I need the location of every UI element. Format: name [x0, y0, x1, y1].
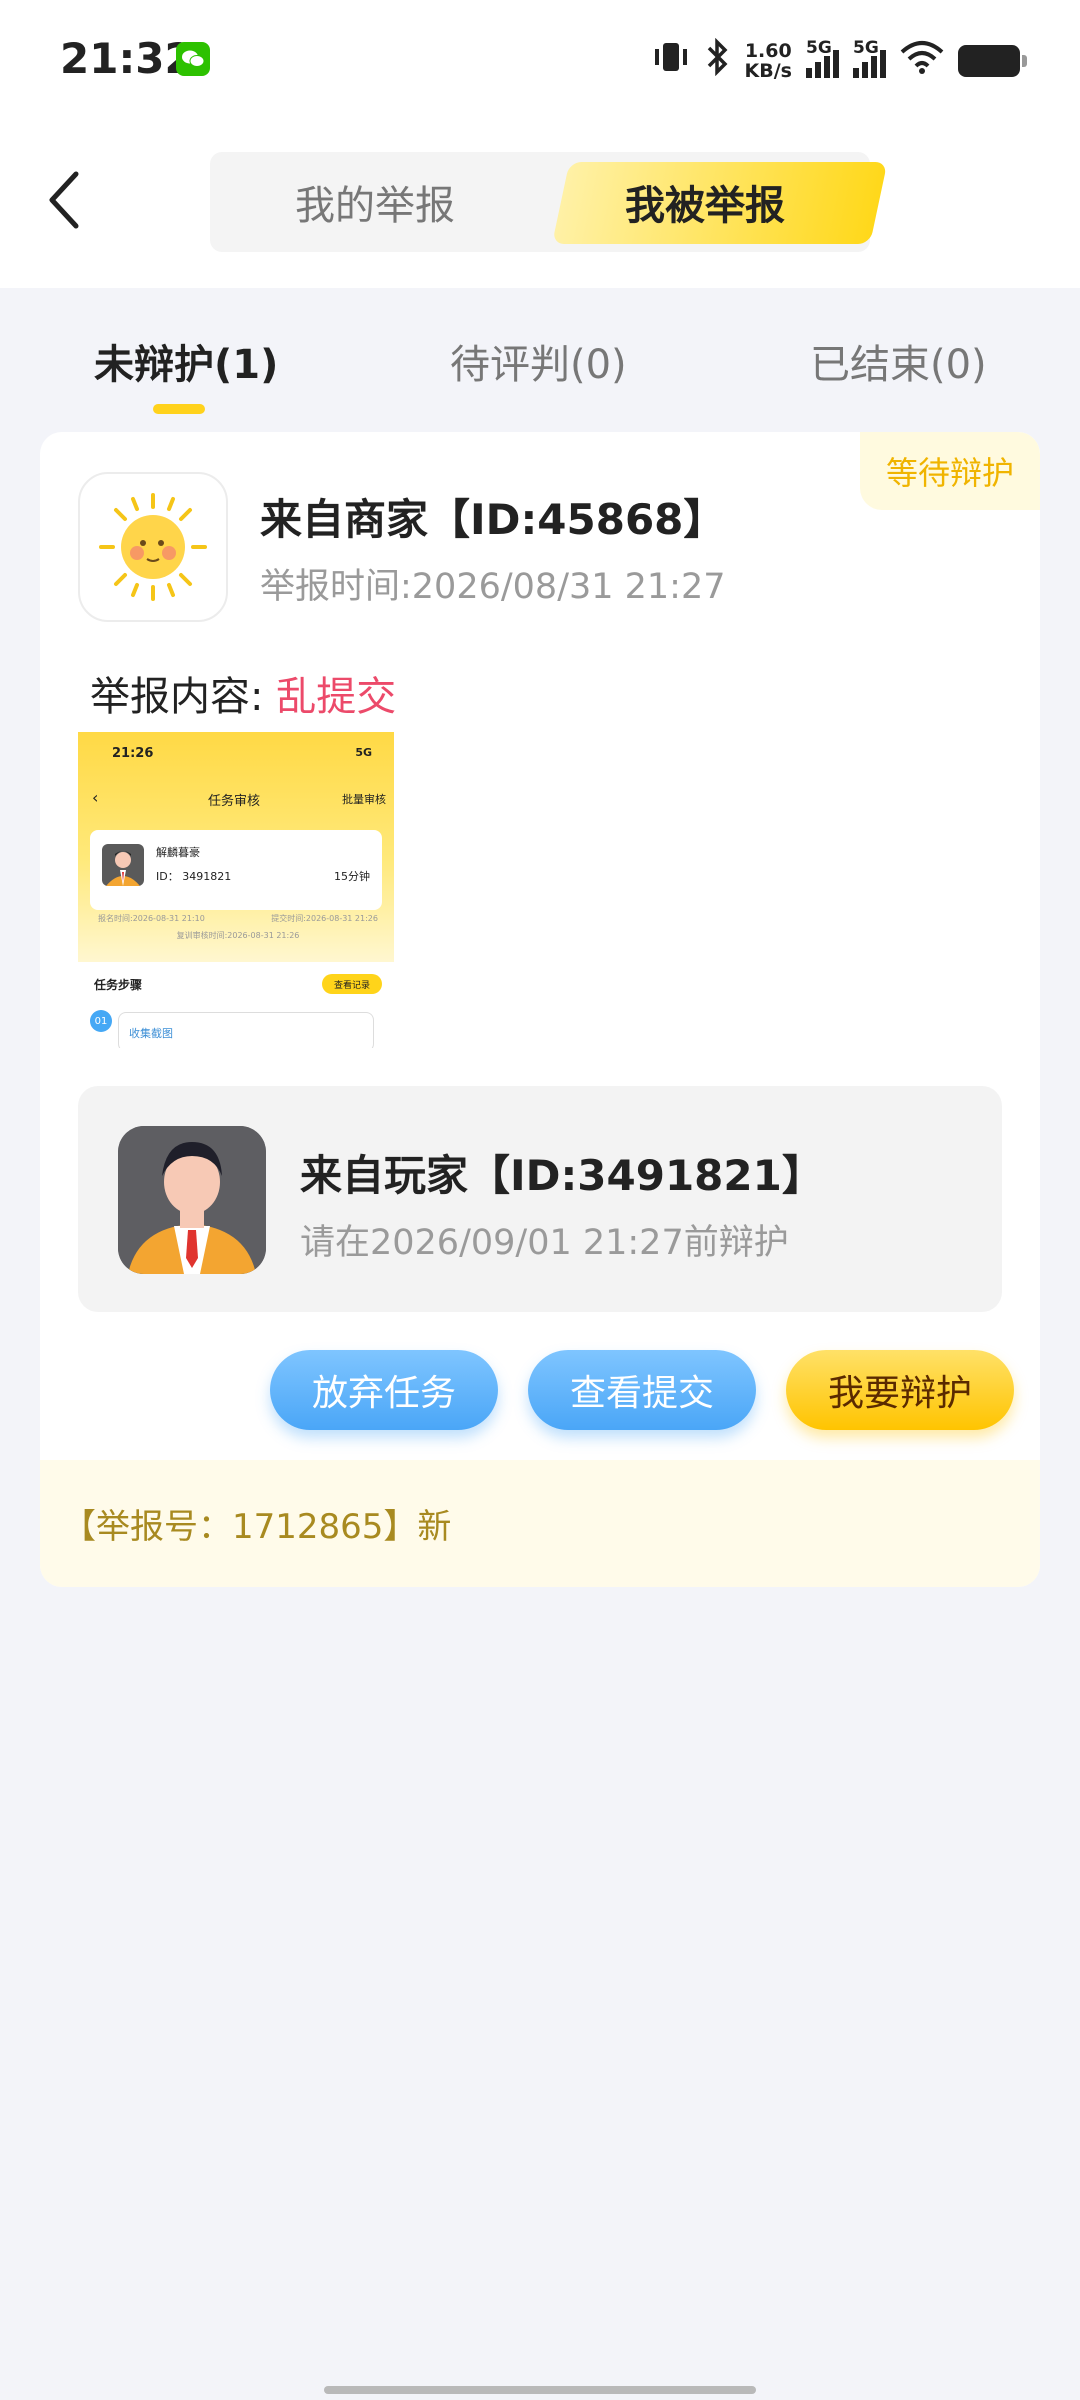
speed-unit: KB/s — [744, 60, 792, 82]
report-card: 等待辩护 来自商家【ID:45868】 举报时间:2026/08/31 21:2… — [40, 432, 1040, 1587]
home-indicator[interactable] — [324, 2386, 756, 2394]
report-type-switch: 我的举报 我被举报 — [210, 152, 888, 252]
report-content: 举报内容: 乱提交 — [90, 664, 396, 722]
player-title: 来自玩家【ID:3491821】 — [300, 1151, 824, 1200]
tab-finished[interactable]: 已结束(0) — [810, 332, 987, 390]
ev-step-button: 查看记录 — [322, 974, 382, 994]
tab-my-reports[interactable]: 我的举报 — [210, 152, 540, 252]
ev-step-number: 01 — [90, 1010, 112, 1032]
ev-date1: 报名时间:2026-08-31 21:10 — [98, 914, 205, 923]
defense-deadline: 请在2026/09/01 21:27前辩护 — [300, 1223, 789, 1263]
network-speed: 1.60 KB/s — [745, 41, 792, 81]
merchant-title: 来自商家【ID:45868】 — [260, 495, 726, 544]
wechat-icon — [176, 42, 210, 76]
header: 我的举报 我被举报 — [0, 120, 1080, 288]
sim1-label: 5G — [806, 38, 832, 58]
back-arrow-icon — [49, 171, 79, 229]
sun-icon — [99, 493, 207, 601]
ev-status-right: 5G — [355, 746, 372, 759]
tab-my-reports-label: 我的举报 — [295, 183, 455, 229]
view-submission-button[interactable]: 查看提交 — [528, 1350, 756, 1430]
back-button[interactable] — [24, 160, 104, 240]
ev-id: ID： 3491821 — [156, 870, 232, 883]
ev-avatar — [102, 844, 144, 886]
evidence-screenshot[interactable]: 21:26 5G ‹ 任务审核 批量审核 解麟暮豪 ID： 3491821 15… — [78, 732, 394, 1048]
ev-date3: 复训审核时间:2026-08-31 21:26 — [176, 931, 300, 940]
report-reason: 乱提交 — [276, 674, 397, 720]
status-tabs: 未辩护(1) 待评判(0) 已结束(0) — [0, 288, 1080, 428]
player-info: 来自玩家【ID:3491821】 请在2026/09/01 21:27前辩护 — [78, 1086, 1002, 1312]
ev-status-time: 21:26 — [112, 746, 154, 761]
battery-icon — [958, 45, 1027, 77]
sim2-label: 5G — [853, 38, 879, 58]
ev-nav-title: 任务审核 — [208, 794, 261, 809]
speed-value: 1.60 — [744, 40, 792, 62]
tab-pending-judgement[interactable]: 待评判(0) — [450, 332, 627, 390]
merchant-avatar — [78, 472, 228, 622]
report-content-label: 举报内容: — [90, 674, 277, 720]
ev-date2: 提交时间:2026-08-31 21:26 — [271, 914, 378, 923]
ev-back-icon: ‹ — [92, 788, 99, 807]
wifi-icon — [900, 40, 944, 83]
status-bar: 21:32 1.60 KB/s 5G 5G — [0, 0, 1080, 120]
ev-name: 解麟暮豪 — [156, 846, 200, 859]
ev-mins: 15分钟 — [334, 870, 370, 883]
signal-sim2-icon: 5G — [853, 38, 886, 78]
signal-sim1-icon: 5G — [806, 38, 839, 78]
ev-nav-right: 批量审核 — [342, 793, 386, 806]
report-time: 举报时间:2026/08/31 21:27 — [260, 567, 726, 607]
status-time: 21:32 — [60, 34, 194, 83]
abandon-task-button[interactable]: 放弃任务 — [270, 1350, 498, 1430]
ev-user-card: 解麟暮豪 ID： 3491821 15分钟 — [90, 830, 382, 910]
tab-undefended[interactable]: 未辩护(1) — [94, 332, 278, 390]
tab-indicator — [153, 404, 205, 414]
ev-dates: 报名时间:2026-08-31 21:10 提交时间:2026-08-31 21:… — [98, 910, 378, 944]
bluetooth-icon — [705, 37, 731, 85]
tab-reported-me[interactable]: 我被举报 — [540, 152, 888, 252]
ev-step-title: 任务步骤 — [94, 978, 143, 992]
status-badge: 等待辩护 — [860, 432, 1040, 510]
ev-collect: 收集截图 — [118, 1012, 374, 1048]
vibrate-icon — [651, 39, 691, 84]
defend-button[interactable]: 我要辩护 — [786, 1350, 1014, 1430]
report-number: 【举报号：1712865】新 — [40, 1460, 1040, 1587]
tab-reported-me-label: 我被举报 — [625, 183, 785, 229]
player-avatar — [118, 1126, 266, 1274]
